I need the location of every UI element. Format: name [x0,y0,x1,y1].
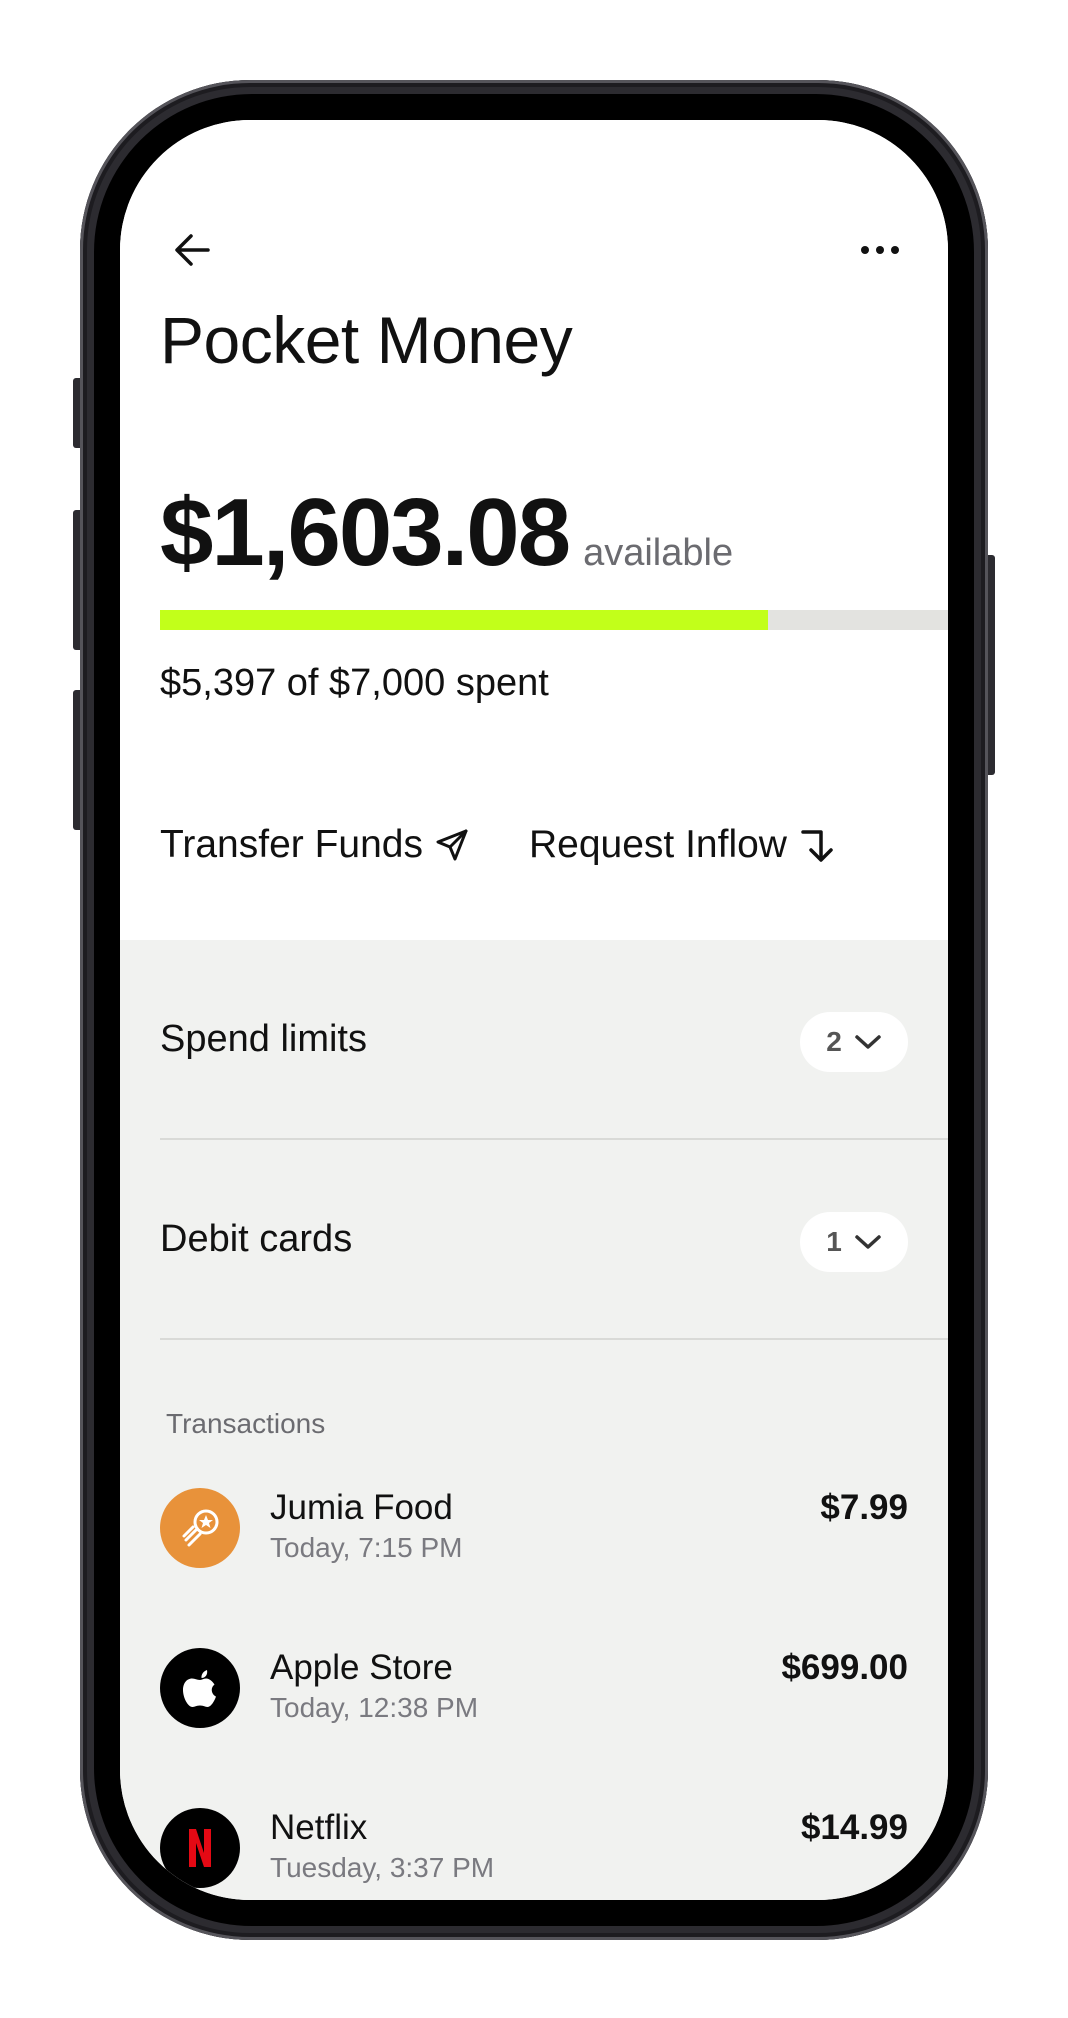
back-button[interactable] [170,228,214,272]
transfer-funds-button[interactable]: Transfer Funds [160,823,469,867]
transaction-amount: $14.99 [800,1808,908,1847]
more-horizontal-icon [861,246,899,254]
transaction-time: Tuesday, 3:37 PM [270,1852,495,1883]
chevron-down-icon [855,1235,881,1249]
balance-row: $1,603.08 available [160,478,733,588]
spend-limits-row[interactable]: Spend limits 2 [160,940,948,1140]
transaction-merchant: Netflix [270,1808,368,1847]
spend-limits-label: Spend limits [160,1017,367,1060]
transaction-merchant: Jumia Food [270,1488,453,1527]
available-label: available [583,532,734,574]
debit-cards-toggle[interactable]: 1 [800,1212,908,1272]
netflix-logo-icon [160,1808,240,1888]
app-screen: Pocket Money $1,603.08 available $5,397 … [120,120,948,1900]
request-inflow-label: Request Inflow [528,823,787,866]
more-options-button[interactable] [856,228,904,272]
available-balance: $1,603.08 [160,479,571,586]
chevron-down-icon [855,1035,881,1049]
page-title: Pocket Money [160,303,573,377]
transaction-time: Today, 7:15 PM [270,1532,463,1563]
transaction-row[interactable]: Jumia Food Today, 7:15 PM $7.99 [160,1488,908,1578]
transaction-row[interactable]: Netflix Tuesday, 3:37 PM $14.99 [160,1808,908,1898]
transfer-funds-label: Transfer Funds [160,823,423,866]
account-details: Spend limits 2 Debit cards 1 Transaction… [120,940,948,1900]
spend-limits-count: 2 [826,1026,842,1057]
arrow-left-icon [175,234,210,266]
transaction-time: Today, 12:38 PM [270,1692,479,1723]
spend-progress-fill [160,610,768,630]
spend-limits-toggle[interactable]: 2 [800,1012,908,1072]
apple-logo-icon [160,1648,240,1728]
account-summary: Pocket Money $1,603.08 available $5,397 … [120,120,948,940]
spend-progress-bar [160,610,948,630]
quick-actions: Transfer Funds Request Inflow [160,823,833,867]
arrow-turn-down-icon [801,830,833,862]
transaction-amount: $7.99 [820,1488,908,1527]
spent-summary: $5,397 of $7,000 spent [160,662,549,704]
transactions-heading: Transactions [166,1408,326,1439]
debit-cards-row[interactable]: Debit cards 1 [160,1140,948,1340]
debit-cards-count: 1 [826,1226,842,1257]
debit-cards-label: Debit cards [160,1217,353,1260]
transaction-merchant: Apple Store [270,1648,453,1687]
transaction-row[interactable]: Apple Store Today, 12:38 PM $699.00 [160,1648,908,1738]
send-icon [436,829,468,861]
request-inflow-button[interactable]: Request Inflow [529,823,833,867]
transaction-amount: $699.00 [781,1648,908,1687]
jumia-food-logo-icon [160,1488,240,1568]
